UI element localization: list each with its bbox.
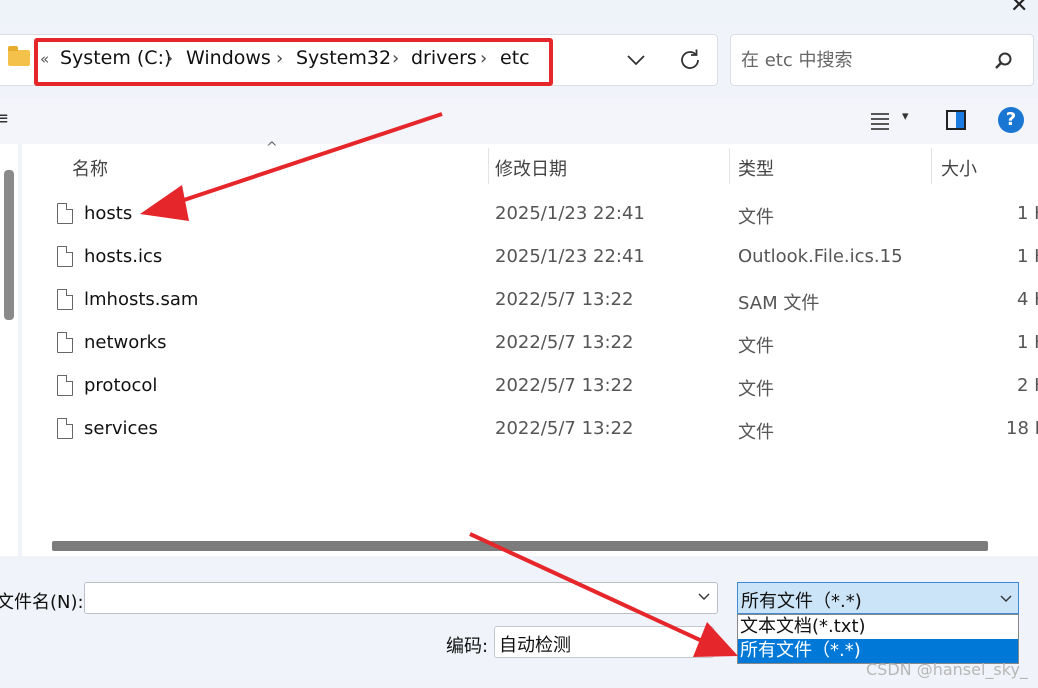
file-date: 2025/1/23 22:41	[495, 203, 645, 224]
column-divider[interactable]	[931, 148, 932, 184]
file-size: 1 K	[1017, 332, 1038, 353]
file-name[interactable]: hosts	[84, 203, 132, 224]
refresh-icon[interactable]	[676, 46, 704, 74]
column-header-size[interactable]: 大小	[941, 155, 977, 181]
column-divider[interactable]	[729, 148, 730, 184]
help-icon[interactable]: ?	[998, 107, 1024, 133]
file-type: 文件	[738, 207, 774, 228]
column-divider[interactable]	[488, 148, 489, 184]
file-size: 1 K	[1017, 203, 1038, 224]
file-name[interactable]: hosts.ics	[84, 246, 162, 267]
filetype-option-txt[interactable]: 文本文档(*.txt)	[738, 615, 1018, 639]
file-name[interactable]: networks	[84, 332, 166, 353]
file-date: 2022/5/7 13:22	[495, 375, 634, 396]
file-name[interactable]: protocol	[84, 375, 157, 396]
file-icon	[57, 289, 73, 310]
filetype-selected-value[interactable]: 所有文件（*.*)	[741, 587, 862, 613]
file-name[interactable]: services	[84, 418, 158, 439]
chevron-down-icon[interactable]	[696, 588, 712, 604]
filename-label: 文件名(N):	[0, 592, 84, 613]
title-bar	[0, 0, 1038, 24]
encoding-value[interactable]: 自动检测	[499, 631, 571, 657]
column-header-name[interactable]: 名称	[72, 155, 108, 181]
file-size: 2 K	[1017, 375, 1038, 396]
file-size: 18 K	[1006, 418, 1038, 439]
file-icon	[57, 418, 73, 439]
file-date: 2022/5/7 13:22	[495, 418, 634, 439]
file-size: 4 K	[1017, 289, 1038, 310]
file-date: 2022/5/7 13:22	[495, 289, 634, 310]
file-date: 2025/1/23 22:41	[495, 246, 645, 267]
filename-input[interactable]	[90, 587, 680, 609]
file-type: SAM 文件	[738, 293, 820, 314]
search-icon[interactable]	[992, 50, 1014, 72]
file-name[interactable]: lmhosts.sam	[84, 289, 198, 310]
file-icon	[57, 246, 73, 267]
horizontal-scrollbar[interactable]	[52, 541, 988, 551]
view-list-icon[interactable]	[868, 110, 892, 132]
navigation-scrollbar[interactable]	[4, 170, 14, 320]
column-header-type[interactable]: 类型	[738, 155, 774, 181]
column-header-date[interactable]: 修改日期	[495, 155, 567, 181]
preview-pane-icon[interactable]	[946, 110, 966, 130]
file-type: Outlook.File.ics.15	[738, 246, 903, 267]
file-icon	[57, 332, 73, 353]
close-icon[interactable]: ✕	[1010, 0, 1038, 20]
view-options-chevron-icon[interactable]: ▾	[902, 109, 909, 124]
encoding-label: 编码:	[446, 636, 489, 657]
file-icon	[57, 203, 73, 224]
sort-ascending-icon: ^	[266, 140, 278, 156]
file-type: 文件	[738, 336, 774, 357]
search-input[interactable]	[741, 48, 981, 72]
file-icon	[57, 375, 73, 396]
file-size: 1 K	[1017, 246, 1038, 267]
folder-icon	[8, 46, 30, 66]
chevron-down-icon[interactable]	[998, 590, 1014, 606]
chevron-down-icon[interactable]	[623, 45, 649, 75]
file-date: 2022/5/7 13:22	[495, 332, 634, 353]
menu-icon[interactable]: ≡	[0, 108, 9, 129]
watermark: CSDN @hansel_sky_	[866, 660, 1028, 679]
annotation-highlight-box	[34, 38, 553, 86]
file-type: 文件	[738, 422, 774, 443]
file-type: 文件	[738, 379, 774, 400]
